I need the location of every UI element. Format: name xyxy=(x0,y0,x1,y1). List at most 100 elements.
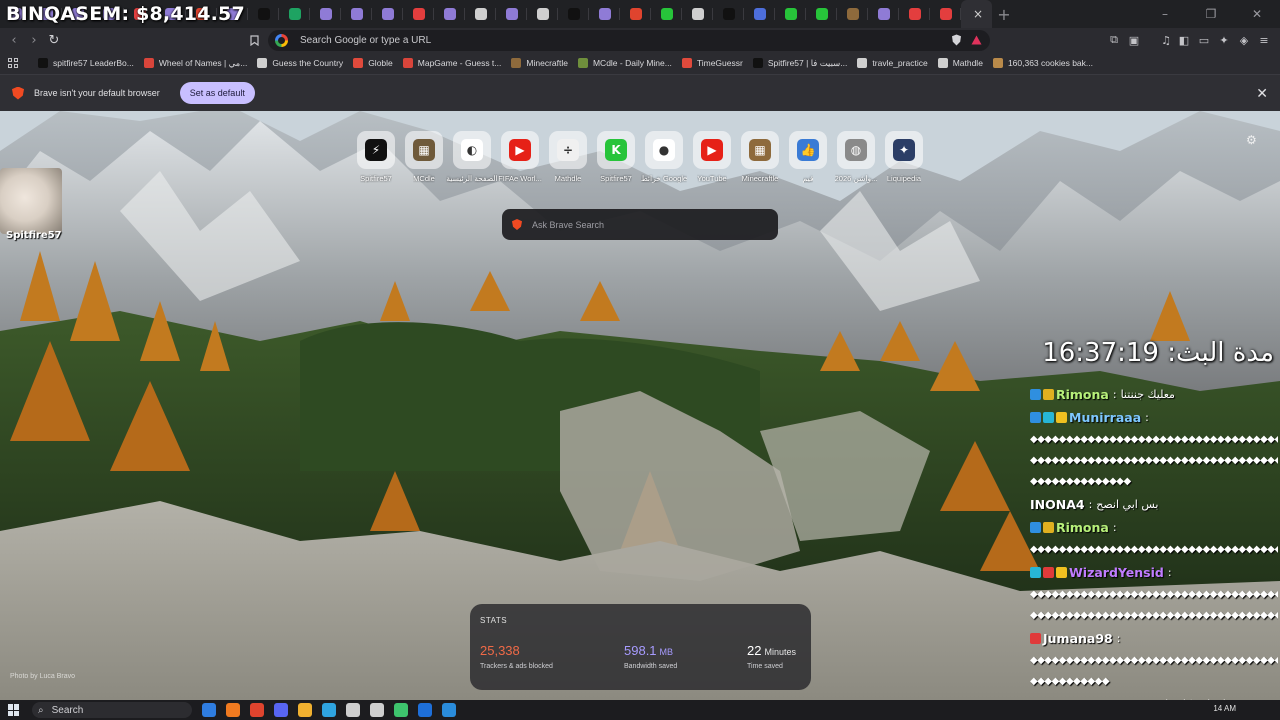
browser-tab[interactable] xyxy=(496,0,527,28)
taskbar-app-icon[interactable] xyxy=(226,703,240,717)
taskbar-app-icon[interactable] xyxy=(346,703,360,717)
bookmark-icon[interactable] xyxy=(246,32,262,48)
browser-tab[interactable] xyxy=(930,0,961,28)
top-site-tile[interactable]: K Spitfire57 xyxy=(592,131,640,183)
top-site-icon-wrapper: ● xyxy=(645,131,683,169)
bookmark-item[interactable]: Globle xyxy=(353,52,393,74)
chat-separator: : xyxy=(1145,410,1149,424)
chat-username[interactable]: Rimona xyxy=(1056,520,1109,535)
top-site-icon: ▦ xyxy=(749,139,771,161)
browser-tab[interactable] xyxy=(434,0,465,28)
bookmark-item[interactable]: MCdle - Daily Mine... xyxy=(577,52,672,74)
brave-rewards-icon[interactable] xyxy=(968,32,984,48)
browser-tab[interactable] xyxy=(806,0,837,28)
gear-icon[interactable]: ⚙ xyxy=(1246,133,1257,147)
browser-tab[interactable] xyxy=(837,0,868,28)
chat-username[interactable]: Jumana98 xyxy=(1043,631,1113,646)
taskbar-search[interactable]: ⌕ Search xyxy=(32,702,192,718)
bookmark-item[interactable]: Mathdle xyxy=(937,52,983,74)
browser-tab[interactable] xyxy=(868,0,899,28)
browser-tab[interactable] xyxy=(651,0,682,28)
back-button[interactable]: ‹ xyxy=(4,28,24,52)
screenshot-icon[interactable]: ▣ xyxy=(1126,32,1142,48)
bookmark-item[interactable]: MapGame - Guess t... xyxy=(402,52,501,74)
chat-username[interactable]: Munirraaa xyxy=(1069,410,1141,425)
brave-search-box[interactable]: Ask Brave Search xyxy=(502,209,778,240)
browser-tab[interactable] xyxy=(713,0,744,28)
taskbar-app-icon[interactable] xyxy=(418,703,432,717)
browser-tab[interactable] xyxy=(620,0,651,28)
media-icon[interactable]: ♫ xyxy=(1158,32,1174,48)
bookmark-item[interactable]: spitfire57 LeaderBo... xyxy=(38,52,134,74)
bookmark-item[interactable]: Minecraftle xyxy=(511,52,568,74)
top-site-tile[interactable]: ◍ واشن 2026... xyxy=(832,131,880,183)
taskbar-app-icon[interactable] xyxy=(322,703,336,717)
browser-tab[interactable] xyxy=(682,0,713,28)
taskbar-app-icon[interactable] xyxy=(202,703,216,717)
top-site-tile[interactable]: ● خرائط Google xyxy=(640,131,688,183)
browser-tab[interactable] xyxy=(279,0,310,28)
top-site-tile[interactable]: ÷ Mathdle xyxy=(544,131,592,183)
infobar-close-button[interactable]: ✕ xyxy=(1256,85,1268,102)
reload-button[interactable]: ↻ xyxy=(44,28,64,52)
bookmark-item[interactable]: Guess the Country xyxy=(257,52,343,74)
chat-message-text: ◆◆◆◆◆◆◆◆◆◆◆◆◆◆◆◆◆◆◆◆◆◆◆◆◆◆◆◆◆◆◆◆◆◆◆◆◆◆◆◆… xyxy=(1030,655,1278,666)
bookmark-item[interactable]: Wheel of Names | مي... xyxy=(143,52,247,74)
extensions-icon[interactable]: ⧉ xyxy=(1106,32,1122,48)
wallet-icon[interactable]: ▭ xyxy=(1196,32,1212,48)
browser-tab[interactable] xyxy=(403,0,434,28)
chat-message: Munirraaa: xyxy=(1030,406,1280,428)
restore-button[interactable]: ❐ xyxy=(1188,0,1234,28)
close-icon[interactable]: × xyxy=(971,7,985,21)
browser-tab[interactable] xyxy=(527,0,558,28)
taskbar-app-icon[interactable] xyxy=(298,703,312,717)
brave-shields-icon[interactable] xyxy=(948,32,964,48)
active-tab[interactable]: × xyxy=(961,0,992,28)
top-site-tile[interactable]: ▶ YouTube xyxy=(688,131,736,183)
minimize-button[interactable]: – xyxy=(1142,0,1188,28)
bookmark-item[interactable]: travle_practice xyxy=(857,52,928,74)
top-site-tile[interactable]: ◐ الصفحة الرئيسية xyxy=(446,131,498,183)
taskbar-app-icon[interactable] xyxy=(442,703,456,717)
browser-tab[interactable] xyxy=(589,0,620,28)
menu-icon[interactable]: ≡ xyxy=(1256,32,1272,48)
forward-button[interactable]: › xyxy=(24,28,44,52)
leo-ai-icon[interactable]: ✦ xyxy=(1216,32,1232,48)
top-site-tile[interactable]: ▦ MCdle xyxy=(400,131,448,183)
browser-tab[interactable] xyxy=(248,0,279,28)
browser-tab[interactable] xyxy=(310,0,341,28)
browser-tab[interactable] xyxy=(558,0,589,28)
sidebar-icon[interactable]: ◧ xyxy=(1176,32,1192,48)
browser-tab[interactable] xyxy=(899,0,930,28)
browser-tab[interactable] xyxy=(465,0,496,28)
top-site-tile[interactable]: ▶ FIFAe Worl... xyxy=(496,131,544,183)
new-tab-button[interactable]: + xyxy=(992,0,1016,28)
top-site-tile[interactable]: 👍 قيم xyxy=(784,131,832,183)
photo-credit[interactable]: Photo by Luca Bravo xyxy=(10,673,75,680)
chat-username[interactable]: INONA4 xyxy=(1030,497,1085,512)
taskbar-app-icon[interactable] xyxy=(370,703,384,717)
bookmark-item[interactable]: TimeGuessr xyxy=(681,52,743,74)
address-bar[interactable]: Search Google or type a URL xyxy=(268,30,990,51)
streamer-balance: BINQASEM: $8,414.57 xyxy=(6,3,245,25)
top-site-tile[interactable]: ⚡ Spitfire57 xyxy=(352,131,400,183)
top-site-label: خرائط Google xyxy=(640,174,688,183)
apps-grid-icon[interactable] xyxy=(8,58,18,68)
window-close-button[interactable]: ✕ xyxy=(1234,0,1280,28)
chat-username[interactable]: WizardYensid xyxy=(1069,565,1164,580)
taskbar-app-icon[interactable] xyxy=(394,703,408,717)
bookmark-item[interactable]: 160,363 cookies bak... xyxy=(992,52,1093,74)
taskbar-app-icon[interactable] xyxy=(250,703,264,717)
browser-tab[interactable] xyxy=(372,0,403,28)
bookmark-item[interactable]: Spitfire57 | سبيت فا... xyxy=(752,52,847,74)
browser-tab[interactable] xyxy=(341,0,372,28)
set-as-default-button[interactable]: Set as default xyxy=(179,82,255,104)
top-site-tile[interactable]: ▦ Minecraftle xyxy=(736,131,784,183)
top-site-tile[interactable]: ✦ Liquipedia xyxy=(880,131,928,183)
chat-username[interactable]: Rimona xyxy=(1056,387,1109,402)
browser-tab[interactable] xyxy=(744,0,775,28)
taskbar-app-icon[interactable] xyxy=(274,703,288,717)
vpn-icon[interactable]: ◈ xyxy=(1236,32,1252,48)
browser-tab[interactable] xyxy=(775,0,806,28)
windows-start-icon[interactable] xyxy=(8,704,20,716)
